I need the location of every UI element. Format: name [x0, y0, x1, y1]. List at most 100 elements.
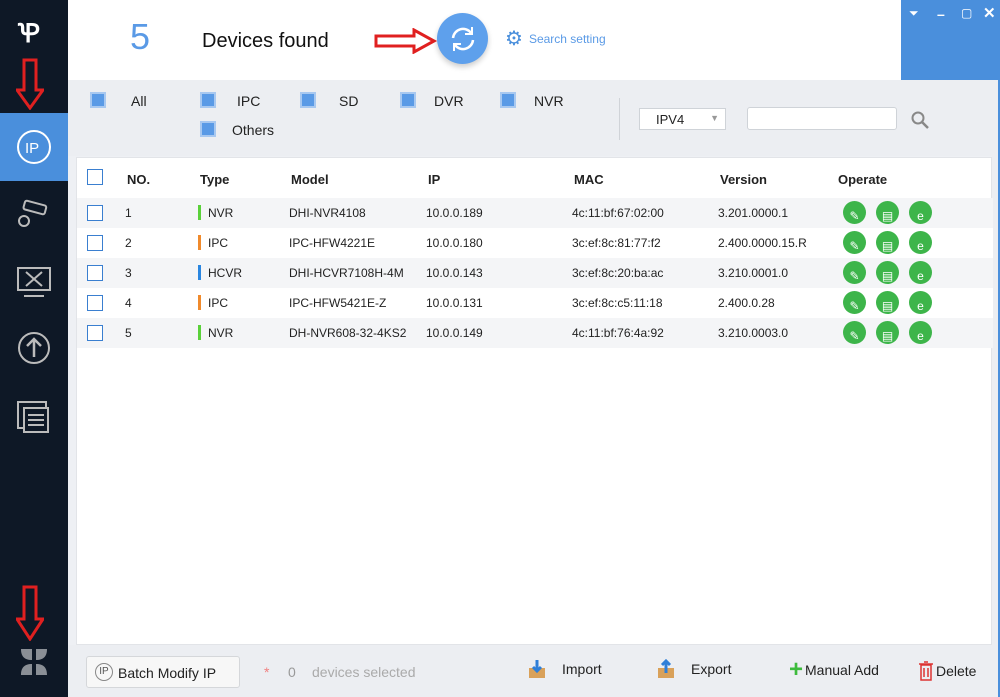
trash-icon: [919, 661, 933, 681]
search-icon[interactable]: [910, 110, 930, 130]
cell-type: IPC: [208, 236, 229, 250]
pencil-icon: ✎: [849, 329, 860, 343]
details-button[interactable]: ▤: [876, 321, 899, 344]
details-button[interactable]: ▤: [876, 231, 899, 254]
edit-button[interactable]: ✎: [843, 291, 866, 314]
tools-monitor-icon: [17, 267, 51, 297]
select-all-checkbox[interactable]: [87, 169, 103, 185]
filter-others-label: Others: [232, 122, 275, 138]
export-button[interactable]: Export: [657, 659, 731, 679]
cell-ip: 10.0.0.180: [426, 236, 483, 250]
edit-button[interactable]: ✎: [843, 201, 866, 224]
cell-model: DH-NVR608-32-4KS2: [289, 326, 407, 340]
edit-button[interactable]: ✎: [843, 231, 866, 254]
sidebar-item-upgrade[interactable]: [0, 314, 68, 382]
cell-mac: 3c:ef:8c:81:77:f2: [572, 236, 661, 250]
table-row[interactable]: 5 NVR DH-NVR608-32-4KS2 10.0.0.149 4c:11…: [77, 318, 993, 348]
web-open-button[interactable]: e: [909, 261, 932, 284]
sidebar-item-documents[interactable]: [0, 383, 68, 451]
column-header-no: NO.: [127, 172, 151, 187]
close-icon[interactable]: ✕: [983, 4, 996, 22]
sidebar: Ꝕ IP: [0, 0, 68, 697]
import-icon: [529, 660, 545, 678]
plus-icon: +: [789, 656, 804, 683]
filter-others-checkbox[interactable]: [200, 121, 216, 137]
pencil-icon: ✎: [849, 269, 860, 283]
cell-no: 2: [125, 236, 132, 250]
table-row[interactable]: 3 HCVR DHI-HCVR7108H-4M 10.0.0.143 3c:ef…: [77, 258, 993, 288]
details-button[interactable]: ▤: [876, 261, 899, 284]
page-title: Devices found: [202, 30, 329, 52]
column-header-version: Version: [720, 172, 767, 187]
document-icon: ▤: [881, 269, 894, 283]
cell-model: DHI-HCVR7108H-4M: [289, 266, 404, 280]
filter-dvr-checkbox[interactable]: [400, 92, 416, 108]
ip-edit-icon: IP: [17, 130, 51, 164]
filter-sd-checkbox[interactable]: [300, 92, 316, 108]
cell-model: IPC-HFW5421E-Z: [289, 296, 387, 310]
refresh-search-button[interactable]: [437, 13, 488, 64]
window-border: [992, 80, 1000, 697]
cell-version: 3.210.0001.0: [718, 266, 789, 280]
cell-version: 3.201.0000.1: [718, 206, 789, 220]
sidebar-item-apps[interactable]: [0, 628, 68, 696]
search-setting-link[interactable]: ⚙ Search setting: [505, 29, 606, 49]
web-open-button[interactable]: e: [909, 201, 932, 224]
cell-mac: 3c:ef:8c:20:ba:ac: [572, 266, 664, 280]
web-open-button[interactable]: e: [909, 291, 932, 314]
import-button[interactable]: Import: [528, 659, 602, 679]
red-arrow-down-annotation: [16, 58, 44, 110]
minimize-icon[interactable]: –: [937, 6, 945, 22]
details-button[interactable]: ▤: [876, 201, 899, 224]
device-count: 5: [130, 16, 151, 57]
cell-mac: 4c:11:bf:67:02:00: [572, 206, 664, 220]
cell-ip: 10.0.0.149: [426, 326, 483, 340]
sidebar-item-camera-config[interactable]: [0, 180, 68, 248]
sidebar-item-ip-modify[interactable]: IP: [0, 113, 68, 181]
row-checkbox[interactable]: [87, 235, 103, 251]
ip-edit-icon: IP: [95, 663, 113, 681]
apps-grid-icon: [21, 649, 47, 675]
column-header-model: Model: [291, 172, 329, 187]
filter-all-checkbox[interactable]: [90, 92, 106, 108]
edit-button[interactable]: ✎: [843, 261, 866, 284]
row-checkbox[interactable]: [87, 265, 103, 281]
dropdown-menu-icon[interactable]: ⏷: [909, 6, 919, 21]
table-row[interactable]: 1 NVR DHI-NVR4108 10.0.0.189 4c:11:bf:67…: [77, 198, 993, 228]
table-row[interactable]: 2 IPC IPC-HFW4221E 10.0.0.180 3c:ef:8c:8…: [77, 228, 993, 258]
manual-add-button[interactable]: + Manual Add: [789, 656, 879, 683]
maximize-icon[interactable]: ▢: [961, 6, 972, 20]
selected-count: 0: [288, 664, 296, 680]
cell-mac: 4c:11:bf:76:4a:92: [572, 326, 664, 340]
delete-button[interactable]: Delete: [918, 661, 976, 681]
edit-button[interactable]: ✎: [843, 321, 866, 344]
table-row[interactable]: 4 IPC IPC-HFW5421E-Z 10.0.0.131 3c:ef:8c…: [77, 288, 993, 318]
type-color-indicator: [198, 205, 201, 220]
cell-type: NVR: [208, 326, 234, 340]
row-checkbox[interactable]: [87, 295, 103, 311]
document-icon: ▤: [881, 239, 894, 253]
filter-ipc-checkbox[interactable]: [200, 92, 216, 108]
import-label: Import: [562, 661, 602, 677]
web-open-button[interactable]: e: [909, 231, 932, 254]
web-open-button[interactable]: e: [909, 321, 932, 344]
filter-all-label: All: [131, 93, 147, 109]
protocol-select[interactable]: IPV4 ▼: [639, 108, 726, 130]
header: 5 Devices found ⚙ Search setting: [68, 0, 1000, 80]
search-input[interactable]: [747, 107, 897, 130]
selected-text: devices selected: [312, 664, 416, 680]
cell-no: 1: [125, 206, 132, 220]
column-header-ip: IP: [428, 172, 441, 187]
details-button[interactable]: ▤: [876, 291, 899, 314]
column-header-mac: MAC: [574, 172, 604, 187]
column-header-operate: Operate: [838, 172, 888, 187]
batch-modify-ip-button[interactable]: IP Batch Modify IP: [86, 656, 240, 688]
svg-text:IP: IP: [25, 140, 39, 157]
row-checkbox[interactable]: [87, 325, 103, 341]
row-checkbox[interactable]: [87, 205, 103, 221]
type-color-indicator: [198, 325, 201, 340]
sidebar-item-system-settings[interactable]: [0, 248, 68, 316]
pencil-icon: ✎: [849, 209, 860, 223]
filter-nvr-checkbox[interactable]: [500, 92, 516, 108]
protocol-value: IPV4: [656, 112, 685, 127]
